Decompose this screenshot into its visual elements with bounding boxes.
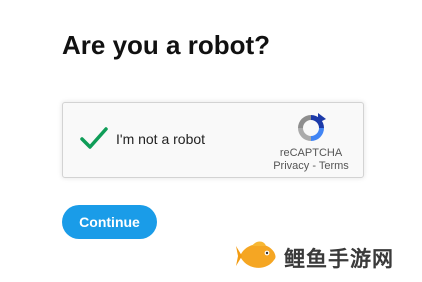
continue-button[interactable]: Continue bbox=[62, 205, 157, 239]
terms-link[interactable]: Terms bbox=[319, 160, 349, 172]
page-title: Are you a robot? bbox=[62, 30, 271, 60]
recaptcha-widget: I'm not a robot reCAPTCHA Privacy - Term… bbox=[62, 102, 364, 178]
recaptcha-branding: reCAPTCHA Privacy - Terms bbox=[261, 111, 361, 172]
recaptcha-brand-text: reCAPTCHA bbox=[279, 147, 343, 159]
recaptcha-links: Privacy - Terms bbox=[261, 160, 361, 172]
fish-logo-icon bbox=[236, 241, 276, 268]
watermark: 鲤鱼手游网 bbox=[236, 236, 412, 276]
checkbox-label: I'm not a robot bbox=[116, 131, 206, 147]
checkmark-icon[interactable] bbox=[79, 124, 109, 154]
link-separator: - bbox=[309, 160, 319, 172]
watermark-text: 鲤鱼手游网 bbox=[284, 247, 394, 271]
privacy-link[interactable]: Privacy bbox=[273, 160, 309, 172]
recaptcha-logo-icon bbox=[298, 113, 326, 141]
